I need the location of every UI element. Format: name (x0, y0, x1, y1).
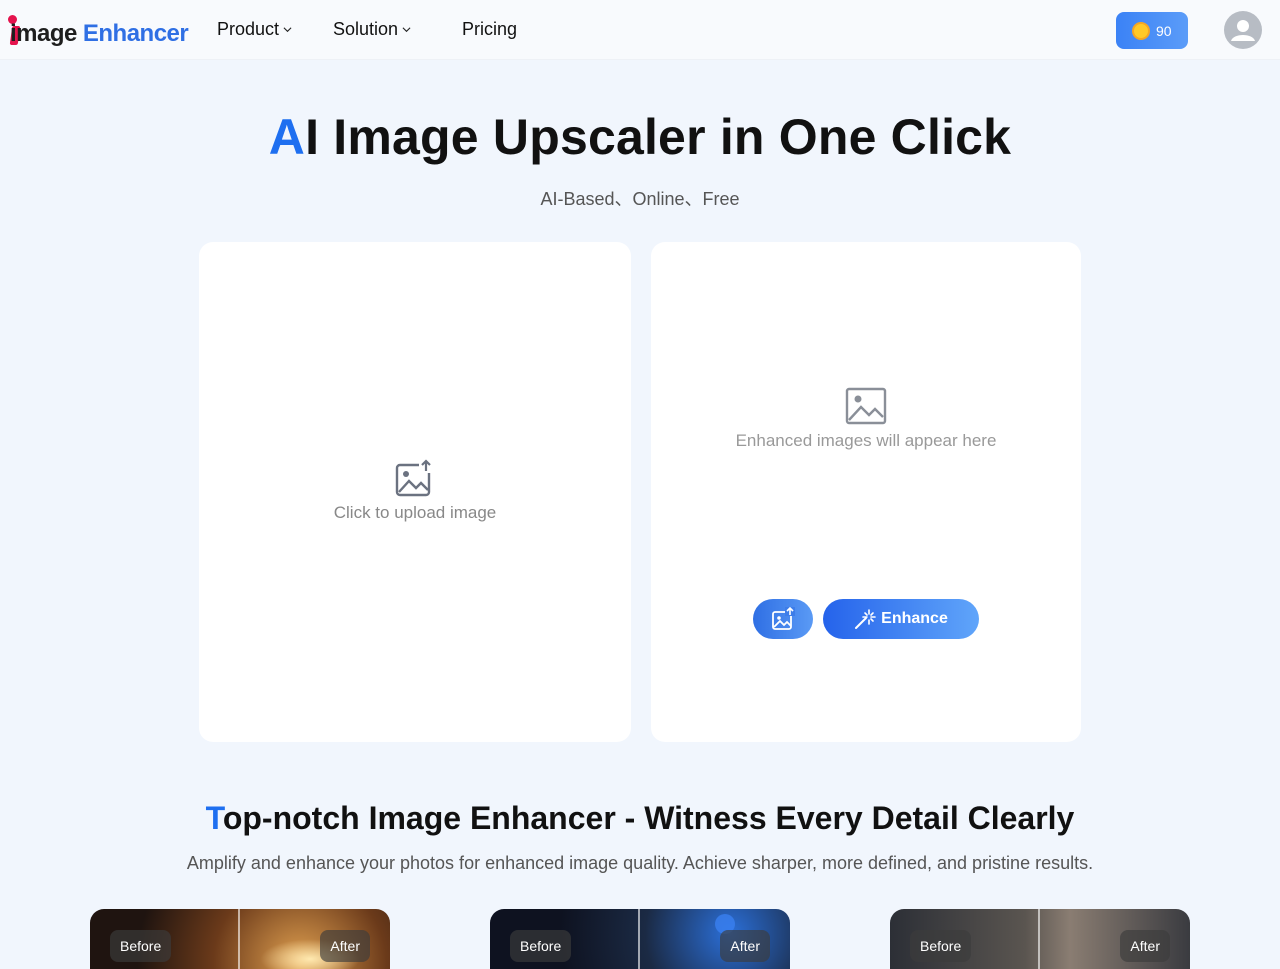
chevron-down-icon (283, 27, 292, 33)
compare-divider[interactable] (238, 909, 240, 969)
before-label: Before (910, 930, 972, 962)
coin-icon (1132, 21, 1150, 40)
example-card[interactable]: Before After (890, 909, 1190, 969)
credits-count: 90 (1156, 22, 1172, 39)
magic-wand-icon (855, 609, 876, 629)
result-panel: Enhanced images will appear here Enhance (651, 242, 1081, 742)
nav-pricing[interactable]: Pricing (462, 19, 517, 40)
nav-pricing-label: Pricing (462, 19, 518, 39)
title-text: I Image Upscaler in One Click (305, 109, 1012, 165)
user-avatar[interactable] (1224, 11, 1262, 49)
example-card[interactable]: Before After (90, 909, 390, 969)
section-title: Top-notch Image Enhancer - Witness Every… (0, 800, 1280, 837)
compare-divider[interactable] (1038, 909, 1040, 969)
upload-image-button[interactable] (753, 599, 813, 639)
after-label: After (1120, 930, 1170, 962)
page-subtitle: AI-Based、Online、Free (540, 189, 740, 209)
nav-product-label: Product (217, 19, 280, 39)
nav-solution[interactable]: Solution (333, 19, 411, 40)
page-title: AI Image Upscaler in One Click (0, 108, 1280, 166)
top-header: image Enhancer Product Solution Pricing … (0, 0, 1280, 60)
compare-divider[interactable] (638, 909, 640, 969)
title-accent-letter: A (268, 109, 306, 165)
logo-text-image: image (10, 20, 77, 47)
before-label: Before (110, 930, 172, 962)
section-subtitle: Amplify and enhance your photos for enha… (186, 853, 1094, 873)
result-placeholder-text: Enhanced images will appear here (735, 431, 997, 450)
nav-product[interactable]: Product (217, 19, 292, 40)
credits-button[interactable]: 90 (1116, 12, 1188, 49)
after-label: After (720, 930, 770, 962)
image-upload-icon (395, 459, 433, 497)
enhance-button[interactable]: Enhance (823, 599, 979, 639)
upload-panel[interactable]: Click to upload image (199, 242, 631, 742)
logo[interactable]: image Enhancer (8, 13, 189, 47)
image-upload-icon (772, 607, 795, 630)
user-icon (1231, 20, 1255, 41)
upload-prompt: Click to upload image (333, 503, 497, 522)
section-title-text: op-notch Image Enhancer - Witness Every … (222, 800, 1075, 836)
before-label: Before (510, 930, 572, 962)
logo-text-enhancer: Enhancer (82, 20, 189, 47)
enhance-button-label: Enhance (881, 610, 948, 627)
example-card[interactable]: Before After (490, 909, 790, 969)
chevron-down-icon (402, 27, 411, 33)
section-title-accent: T (205, 800, 223, 836)
image-placeholder-icon (845, 387, 887, 425)
after-label: After (320, 930, 370, 962)
nav-solution-label: Solution (333, 19, 399, 39)
